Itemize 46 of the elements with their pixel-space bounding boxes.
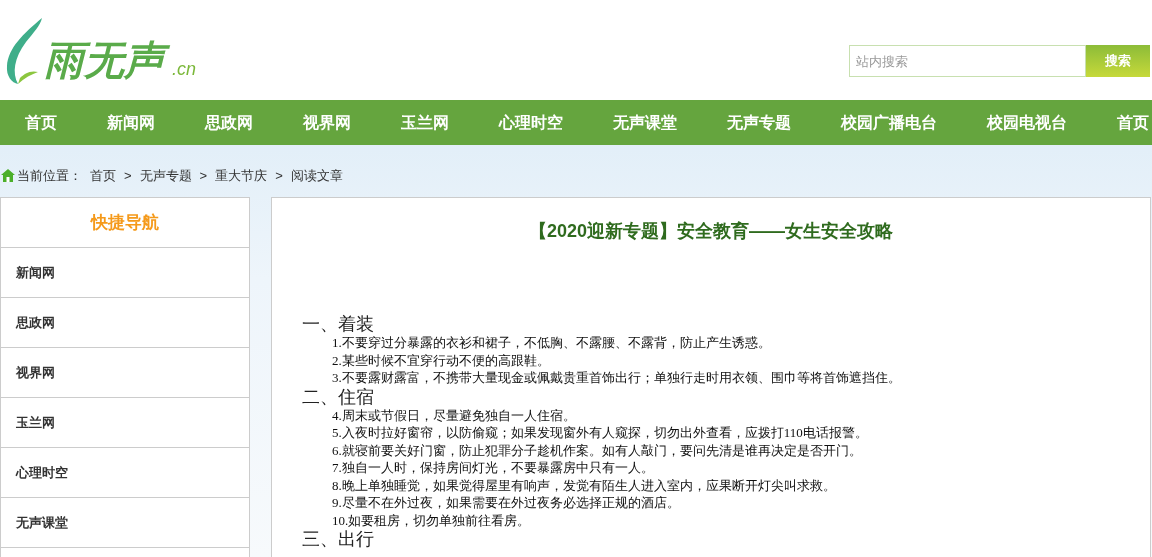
nav-link[interactable]: 新闻网 [107,110,155,135]
article-paragraph: 6.就寝前要关好门窗，防止犯罪分子趁机作案。如有人敲门，要问先清是谁再决定是否开门。 [331,441,863,459]
nav-link[interactable]: 无声专题 [727,110,791,135]
nav-link[interactable]: 视界网 [303,110,351,135]
breadcrumb-link[interactable]: 重大节庆 [215,165,268,185]
nav-link[interactable]: 校园广播电台 [841,110,937,135]
breadcrumb-label: 当前位置： [17,166,82,185]
sidebar-link[interactable]: 新闻网 [1,248,249,298]
sidebar-link[interactable]: 视界网 [1,348,249,398]
article-paragraph: 2.某些时候不宜穿行动不便的高跟鞋。 [331,351,551,369]
article-paragraph: 10.如要租房，切勿单独前往看房。 [331,511,532,529]
leaf-logo-icon [4,18,44,84]
sidebar-link[interactable]: 思政网 [1,298,249,348]
breadcrumb-link[interactable]: 阅读文章 [290,165,343,185]
breadcrumb-link[interactable]: 首页 [90,165,116,185]
breadcrumb-link[interactable]: 无声专题 [139,165,192,185]
article-paragraph: 5.入夜时拉好窗帘，以防偷窥；如果发现窗外有人窥探，切勿出外查看，应拨打110电话报警。 [331,424,869,442]
article-paragraph: 4.周末或节假日，尽量避免独自一人住宿。 [331,406,577,424]
search-button[interactable]: 搜索 [1086,45,1150,77]
article-paragraph: 1.不要穿过分暴露的衣衫和裙子，不低胸、不露腰、不露背，防止产生诱惑。 [331,334,772,352]
section-heading: 二、住宿 [302,386,375,407]
logo-text: 雨无声 [44,36,172,84]
article-paragraph: 3.不要露财露富，不携带大量现金或佩戴贵重首饰出行；单独行走时用衣领、围巾等将首饰遮挡住。 [331,369,902,387]
logo-domain: .cn [172,58,197,80]
article-title: 【2020迎新专题】安全教育——女生安全攻略 [527,220,894,243]
section-heading: 一、着装 [302,314,375,334]
breadcrumb-separator: > [124,166,132,185]
breadcrumb-separator: > [275,166,283,185]
nav-link[interactable]: 校园电视台 [987,110,1067,135]
sidebar-link[interactable]: 无声课堂 [1,498,249,548]
sidebar-title: 快捷导航 [1,198,249,248]
article-paragraph: 7.独自一人时，保持房间灯光，不要暴露房中只有一人。 [331,459,655,477]
search-field[interactable]: 站内搜索 [849,45,1086,77]
nav-link[interactable]: 首页 [25,110,57,135]
article-paragraph: 8.晚上单独睡觉，如果觉得屋里有响声，发觉有陌生人进入室内，应果断开灯尖叫求救。 [331,476,837,494]
nav-link[interactable]: 首页 [1117,110,1149,135]
nav-link[interactable]: 玉兰网 [401,110,449,135]
sidebar-link[interactable]: 玉兰网 [1,398,249,448]
nav-link[interactable]: 无声课堂 [613,110,677,135]
home-icon [1,168,15,182]
nav-link[interactable]: 心理时空 [499,110,563,135]
article-paragraph: 9.尽量不在外过夜，如果需要在外过夜务必选择正规的酒店。 [331,494,681,512]
breadcrumb-separator: > [199,166,208,185]
nav-link[interactable]: 思政网 [205,110,253,135]
section-heading: 三、出行 [302,529,375,549]
sidebar-link[interactable]: 心理时空 [1,448,249,498]
